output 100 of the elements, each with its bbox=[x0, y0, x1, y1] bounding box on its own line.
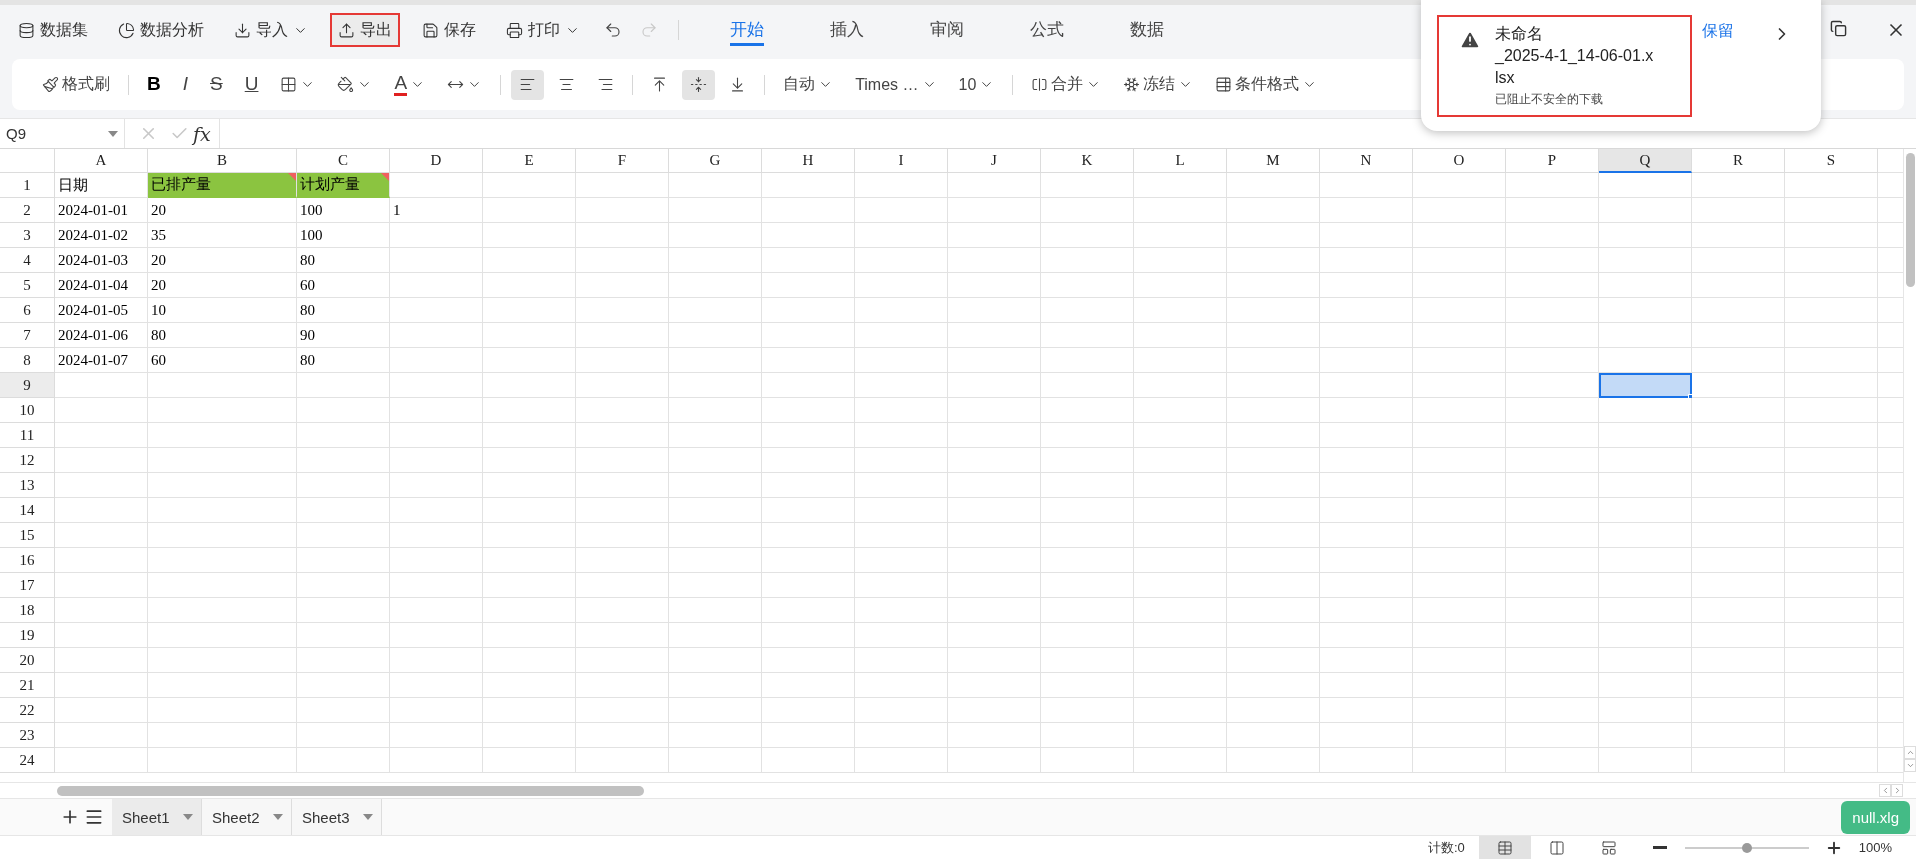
row-header[interactable]: 20 bbox=[0, 648, 55, 673]
page-layout-view-icon bbox=[1600, 839, 1617, 856]
column-header[interactable]: M bbox=[1227, 149, 1320, 173]
row-header[interactable]: 1 bbox=[0, 173, 55, 198]
column-header[interactable]: B bbox=[148, 149, 297, 173]
column-header[interactable]: S bbox=[1785, 149, 1878, 173]
row-header[interactable]: 13 bbox=[0, 473, 55, 498]
header-cell: 计划产量 bbox=[297, 173, 390, 198]
toolbar-button[interactable] bbox=[682, 69, 716, 100]
column-header[interactable]: N bbox=[1320, 149, 1413, 173]
dropdown-select[interactable]: 10 bbox=[950, 69, 1003, 100]
toolbar-button[interactable]: 冻结 bbox=[1115, 69, 1202, 100]
sheet-tab[interactable]: Sheet1 bbox=[112, 799, 202, 835]
row-header[interactable]: 6 bbox=[0, 298, 55, 323]
grid-view-icon bbox=[1496, 839, 1513, 856]
row-header[interactable]: 5 bbox=[0, 273, 55, 298]
toolbar-button[interactable]: 条件格式 bbox=[1207, 69, 1326, 100]
column-header[interactable]: D bbox=[390, 149, 483, 173]
toolbar-button[interactable]: B bbox=[139, 69, 169, 100]
selected-cell[interactable] bbox=[1599, 373, 1692, 398]
table-cell: 日期 bbox=[55, 173, 148, 198]
toolbar-button[interactable]: S bbox=[202, 69, 231, 100]
cell-reference-box[interactable]: Q9 bbox=[0, 119, 125, 148]
row-header[interactable]: 18 bbox=[0, 598, 55, 623]
toolbar-button[interactable]: U bbox=[236, 69, 267, 100]
table-cell: 20 bbox=[148, 248, 297, 273]
download-icon bbox=[234, 21, 251, 39]
row-header[interactable]: 14 bbox=[0, 498, 55, 523]
align-middle-icon bbox=[690, 76, 708, 93]
row-header[interactable]: 9 bbox=[0, 373, 55, 398]
printer-icon bbox=[506, 21, 523, 39]
toolbar-button[interactable]: 合并 bbox=[1023, 69, 1110, 100]
column-header[interactable]: Q bbox=[1599, 149, 1692, 173]
row-header[interactable]: 23 bbox=[0, 723, 55, 748]
column-header[interactable]: R bbox=[1692, 149, 1785, 173]
restore-icon bbox=[1830, 20, 1847, 37]
menu-button[interactable]: 打印 bbox=[498, 13, 588, 47]
column-header[interactable]: H bbox=[762, 149, 855, 173]
dropdown-select[interactable]: 自动 bbox=[775, 69, 842, 100]
table-cell: 80 bbox=[148, 323, 297, 348]
row-header[interactable]: 17 bbox=[0, 573, 55, 598]
row-header[interactable]: 7 bbox=[0, 323, 55, 348]
toolbar-button[interactable]: I bbox=[174, 69, 196, 100]
column-header[interactable]: O bbox=[1413, 149, 1506, 173]
table-cell: 80 bbox=[297, 348, 390, 373]
column-header[interactable]: J bbox=[948, 149, 1041, 173]
horizontal-scrollbar-thumb[interactable] bbox=[57, 785, 644, 796]
ribbon-tab[interactable]: 审阅 bbox=[897, 13, 997, 47]
vertical-scrollbar-thumb[interactable] bbox=[1905, 153, 1915, 287]
column-header[interactable]: K bbox=[1041, 149, 1134, 173]
menu-button[interactable]: 数据集 bbox=[10, 13, 96, 47]
table-cell: 2024-01-03 bbox=[55, 248, 148, 273]
row-header[interactable]: 8 bbox=[0, 348, 55, 373]
column-header[interactable]: G bbox=[669, 149, 762, 173]
corner-cell[interactable] bbox=[0, 149, 55, 173]
row-header[interactable]: 22 bbox=[0, 698, 55, 723]
ribbon-tab[interactable]: 公式 bbox=[997, 13, 1097, 47]
database-icon bbox=[18, 21, 35, 39]
table-cell: 100 bbox=[297, 198, 390, 223]
table-cell: 2024-01-01 bbox=[55, 198, 148, 223]
ribbon-tab[interactable]: 数据 bbox=[1097, 13, 1197, 47]
ribbon-tab[interactable]: 插入 bbox=[797, 13, 897, 47]
row-header[interactable]: 19 bbox=[0, 623, 55, 648]
toolbar-button[interactable] bbox=[511, 69, 545, 100]
row-header[interactable]: 12 bbox=[0, 448, 55, 473]
ribbon-tab[interactable]: 开始 bbox=[697, 13, 797, 47]
row-header[interactable]: 21 bbox=[0, 673, 55, 698]
zoom-slider-thumb[interactable] bbox=[1741, 842, 1752, 853]
table-cell: 10 bbox=[148, 298, 297, 323]
column-header[interactable]: P bbox=[1506, 149, 1599, 173]
table-cell: 80 bbox=[297, 298, 390, 323]
vertical-scrollbar[interactable] bbox=[1903, 149, 1916, 782]
row-header[interactable]: 11 bbox=[0, 423, 55, 448]
table-cell: 60 bbox=[297, 273, 390, 298]
menu-button[interactable]: 数据分析 bbox=[110, 13, 212, 47]
column-header[interactable]: C bbox=[297, 149, 390, 173]
row-header[interactable]: 15 bbox=[0, 523, 55, 548]
column-header[interactable]: I bbox=[855, 149, 948, 173]
row-header[interactable]: 2 bbox=[0, 198, 55, 223]
restore-button[interactable] bbox=[1828, 18, 1849, 39]
toolbar-button[interactable]: 格式刷 bbox=[34, 69, 118, 100]
column-header[interactable]: A bbox=[55, 149, 148, 173]
row-header[interactable]: 4 bbox=[0, 248, 55, 273]
menu-button[interactable]: 导入 bbox=[226, 13, 316, 47]
keep-link[interactable]: 保留 bbox=[1702, 21, 1734, 42]
column-header[interactable]: E bbox=[483, 149, 576, 173]
row-header[interactable]: 3 bbox=[0, 223, 55, 248]
column-header[interactable]: F bbox=[576, 149, 669, 173]
function-label[interactable]: fx bbox=[193, 122, 211, 145]
toolbar-button[interactable]: A bbox=[386, 69, 434, 100]
row-header[interactable]: 10 bbox=[0, 398, 55, 423]
paint-bucket-icon bbox=[337, 76, 355, 93]
row-header[interactable]: 16 bbox=[0, 548, 55, 573]
column-header[interactable]: L bbox=[1134, 149, 1227, 173]
zoom-percentage: 100% bbox=[1858, 840, 1892, 855]
view-mode-button[interactable] bbox=[1478, 836, 1531, 859]
menu-button[interactable]: 导出 bbox=[330, 13, 400, 47]
dropdown-select[interactable]: Times … bbox=[847, 69, 945, 100]
menu-button[interactable]: 保存 bbox=[414, 13, 484, 47]
row-header[interactable]: 24 bbox=[0, 748, 55, 773]
